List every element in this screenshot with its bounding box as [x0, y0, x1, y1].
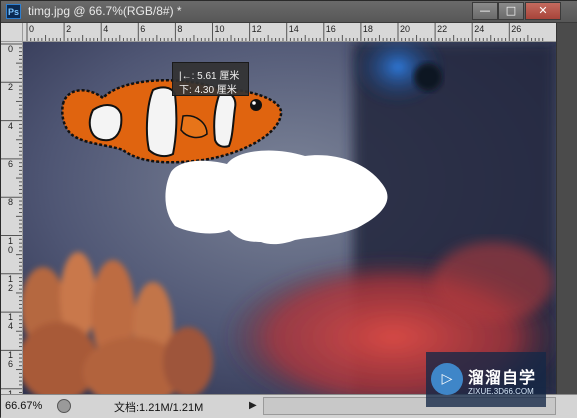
document-title: timg.jpg @ 66.7%(RGB/8#) * [28, 4, 182, 18]
v-ruler-label: 0 [8, 44, 14, 54]
v-ruler-label: 6 [8, 158, 14, 169]
status-menu-arrow-icon[interactable]: ▶ [249, 400, 257, 411]
document-info: 文档:1.21M/1.21M [114, 402, 204, 414]
measure-tooltip: |←: 5.61 厘米 下: 4.30 厘米 [172, 62, 249, 96]
h-ruler-label: 24 [474, 24, 485, 34]
dark-eye-blur [414, 63, 442, 91]
horizontal-ruler[interactable]: 0 2 4 6 8 10 12 14 16 18 20 22 24 26 [23, 23, 556, 42]
vertical-scrollbar[interactable] [556, 23, 577, 394]
watermark-subtitle: ZIXUE.3D66.COM [468, 387, 534, 396]
h-ruler-label: 18 [362, 24, 373, 34]
h-ruler-label: 8 [177, 24, 183, 34]
status-info-icon[interactable] [57, 399, 71, 413]
ruler-corner[interactable] [1, 23, 23, 42]
h-ruler-label: 6 [140, 24, 146, 34]
h-ruler-label: 26 [511, 24, 522, 34]
document-window: Ps timg.jpg @ 66.7%(RGB/8#) * — □ ✕ 0246… [0, 0, 577, 418]
h-ruler-label: 2 [66, 24, 72, 34]
width-readout: |←: 5.61 厘米 [179, 71, 240, 82]
watermark-logo-icon: ▷ [431, 363, 463, 395]
close-button[interactable]: ✕ [525, 2, 561, 20]
photoshop-icon: Ps [6, 4, 21, 19]
v-ruler-label: 4 [8, 120, 14, 131]
h-ruler-label: 4 [103, 24, 109, 34]
v-ruler-label: 1 2 [8, 273, 14, 293]
v-ruler-label: 2 [8, 82, 14, 93]
v-ruler-label: 1 6 [8, 350, 14, 370]
red-tail-blur [433, 242, 553, 322]
height-readout: 下: 4.30 厘米 [179, 85, 237, 96]
h-ruler-label: 12 [251, 24, 262, 34]
v-ruler-label: 1 0 [8, 235, 14, 255]
watermark-title: 溜溜自学 [468, 368, 537, 387]
vertical-ruler[interactable]: 024681 01 21 41 61 8 [1, 42, 23, 394]
h-ruler-label: 14 [288, 24, 299, 34]
maximize-button[interactable]: □ [498, 2, 524, 20]
h-ruler-label: 22 [437, 24, 448, 34]
title-bar[interactable]: Ps timg.jpg @ 66.7%(RGB/8#) * — □ ✕ [1, 1, 577, 23]
vertical-ruler-ticks [1, 43, 22, 394]
photo-layer [23, 42, 556, 394]
zoom-level[interactable]: 66.67% [5, 400, 42, 412]
watermark: ▷ 溜溜自学 ZIXUE.3D66.COM [426, 352, 546, 407]
h-ruler-label: 0 [29, 24, 35, 34]
h-ruler-label: 20 [400, 24, 411, 34]
minimize-button[interactable]: — [472, 2, 498, 20]
v-ruler-label: 8 [8, 197, 14, 208]
image-canvas[interactable]: |←: 5.61 厘米 下: 4.30 厘米 [23, 42, 556, 394]
h-ruler-label: 16 [325, 24, 336, 34]
h-ruler-label: 10 [214, 24, 225, 34]
v-ruler-label: 1 4 [8, 312, 14, 332]
